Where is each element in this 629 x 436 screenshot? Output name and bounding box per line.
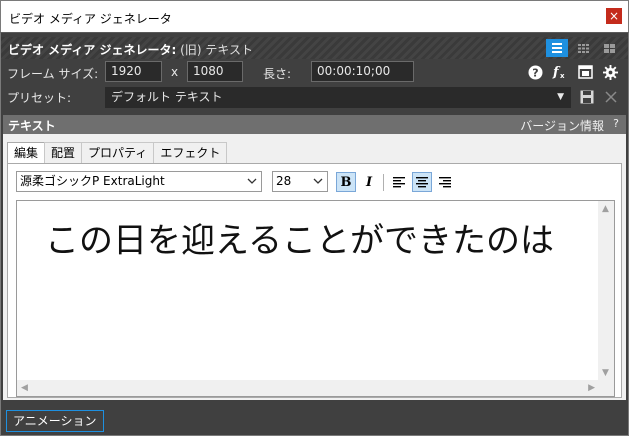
settings-button[interactable] <box>600 62 620 82</box>
tab-effects[interactable]: エフェクト <box>153 142 228 163</box>
close-icon: × <box>608 9 620 23</box>
preset-row: プリセット: デフォルト テキスト ▼ <box>1 85 628 109</box>
format-toolbar: 源柔ゴシックP ExtraLight 28 B I <box>16 171 616 193</box>
dropdown-arrow-icon: ▼ <box>557 92 564 102</box>
save-icon <box>580 90 594 104</box>
generator-main: ビデオ メディア ジェネレータ: (旧) テキスト フレーム サイズ: 1920… <box>0 32 629 436</box>
generator-preset-label: (旧) テキスト <box>176 43 253 57</box>
view-thumbnail-button[interactable] <box>598 39 620 57</box>
frame-size-label: フレーム サイズ: <box>7 67 99 81</box>
tab-edit[interactable]: 編集 <box>7 142 46 164</box>
grid-large-icon <box>603 43 615 53</box>
scroll-left-icon[interactable]: ◀ <box>21 383 28 393</box>
generator-title: ビデオ メディア ジェネレータ: (旧) テキスト <box>8 41 253 58</box>
vertical-scrollbar[interactable]: ▲ ▼ <box>598 201 614 381</box>
length-label: 長さ: <box>263 67 292 81</box>
font-size-value: 28 <box>276 174 292 188</box>
horizontal-scrollbar[interactable]: ◀ ▶ <box>17 380 599 396</box>
help-circle-icon: ? <box>528 65 542 79</box>
chevron-down-icon <box>313 178 323 184</box>
media-button[interactable] <box>575 62 595 82</box>
close-button[interactable]: × <box>606 8 622 24</box>
section-title: テキスト <box>8 119 56 133</box>
bold-button[interactable]: B <box>336 172 356 192</box>
frame-x-separator: x <box>171 65 179 79</box>
align-right-button[interactable] <box>435 172 455 192</box>
align-center-button[interactable] <box>412 172 432 192</box>
preset-value: デフォルト テキスト <box>111 90 223 104</box>
animation-button[interactable]: アニメーション <box>6 410 104 432</box>
text-editor[interactable]: この日を迎えることができたのは ▲ ▼ ◀ ▶ <box>16 200 615 397</box>
section-help-link[interactable]: ? <box>613 117 619 130</box>
scroll-up-icon[interactable]: ▲ <box>602 204 609 214</box>
generator-header: ビデオ メディア ジェネレータ: (旧) テキスト <box>1 37 628 59</box>
align-left-icon <box>393 176 405 187</box>
preset-dropdown[interactable]: デフォルト テキスト ▼ <box>105 87 571 108</box>
window-title: ビデオ メディア ジェネレータ <box>9 12 172 26</box>
toolbar-divider <box>383 174 384 191</box>
font-size-dropdown[interactable]: 28 <box>272 171 328 192</box>
window-icon <box>577 65 593 79</box>
scrollbar-corner <box>598 380 614 396</box>
svg-text:x: x <box>560 72 565 80</box>
generator-name: ビデオ メディア ジェネレータ: <box>8 43 177 57</box>
close-x-icon <box>605 91 617 103</box>
view-mode-buttons <box>546 39 620 57</box>
frame-row: フレーム サイズ: 1920 x 1080 長さ: 00:00:10;00 ? … <box>1 60 628 84</box>
text-editor-panel: 編集 配置 プロパティ エフェクト 源柔ゴシックP ExtraLight 28 … <box>3 134 626 400</box>
align-center-icon <box>416 176 428 187</box>
italic-button[interactable]: I <box>359 172 379 192</box>
tab-properties[interactable]: プロパティ <box>81 142 155 163</box>
window-titlebar: ビデオ メディア ジェネレータ × <box>0 0 629 32</box>
function-icon: fx <box>552 65 565 80</box>
scroll-right-icon[interactable]: ▶ <box>588 383 595 393</box>
view-list-button[interactable] <box>546 39 568 57</box>
save-preset-button[interactable] <box>577 87 597 107</box>
frame-width-input[interactable]: 1920 <box>105 61 162 82</box>
tab-bar: 編集 配置 プロパティ エフェクト <box>7 142 228 164</box>
preset-label: プリセット: <box>7 91 72 105</box>
grid-small-icon <box>577 43 589 53</box>
font-family-value: 源柔ゴシックP ExtraLight <box>20 174 165 188</box>
length-input[interactable]: 00:00:10;00 <box>311 61 414 82</box>
tab-placement[interactable]: 配置 <box>44 142 83 163</box>
chevron-down-icon <box>247 178 257 184</box>
gear-icon <box>602 64 618 80</box>
frame-height-input[interactable]: 1080 <box>187 61 243 82</box>
editor-text: この日を迎えることができたのは <box>45 221 554 261</box>
svg-text:?: ? <box>532 66 538 79</box>
align-right-icon <box>439 176 451 187</box>
text-section-header: テキスト バージョン情報 ? <box>3 115 626 134</box>
delete-preset-button[interactable] <box>601 87 621 107</box>
edit-tab-body: 源柔ゴシックP ExtraLight 28 B I この日を迎えることができたの… <box>7 163 622 398</box>
expression-button[interactable]: fx <box>550 62 570 82</box>
view-grid-button[interactable] <box>572 39 594 57</box>
scroll-down-icon[interactable]: ▼ <box>602 368 609 378</box>
font-family-dropdown[interactable]: 源柔ゴシックP ExtraLight <box>16 171 262 192</box>
align-left-button[interactable] <box>389 172 409 192</box>
list-icon <box>552 43 562 53</box>
version-info-link[interactable]: バージョン情報 <box>520 117 604 134</box>
help-button[interactable]: ? <box>525 62 545 82</box>
